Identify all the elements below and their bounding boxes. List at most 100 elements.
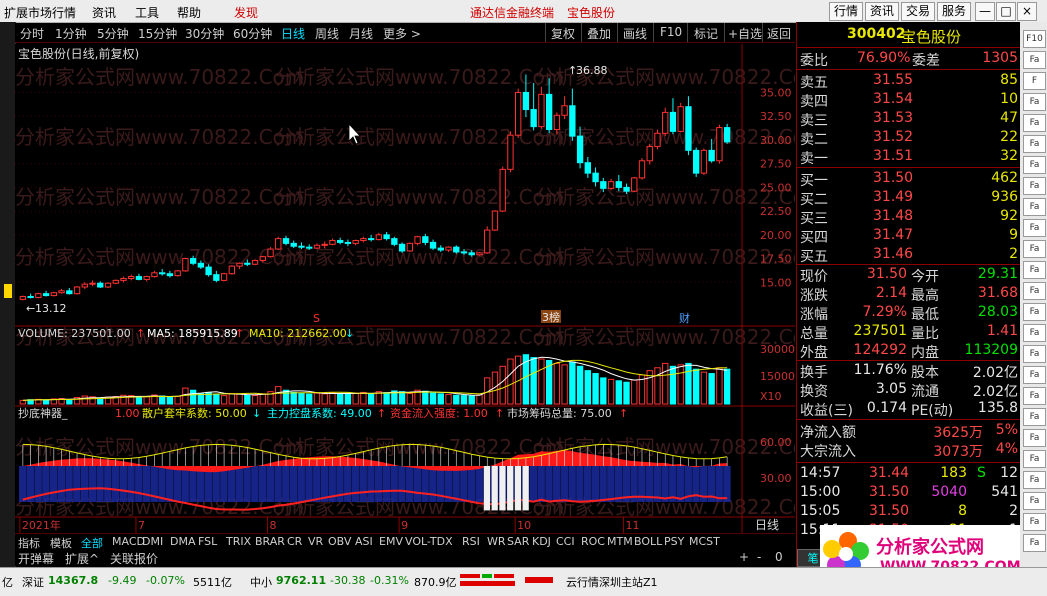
add-watchlist-button[interactable]: +自选 — [728, 25, 762, 42]
indicator-tab[interactable]: CCI — [556, 535, 575, 548]
ask-row[interactable]: 卖一 31.51 32 — [797, 148, 1021, 167]
indicator-tab[interactable]: MACD — [112, 535, 145, 548]
indicator-tab[interactable]: MCST — [689, 535, 720, 548]
indicator-tab[interactable]: OBV — [328, 535, 351, 548]
plus-icon[interactable]: + — [739, 550, 749, 564]
side-tool-icon[interactable]: Fa — [1023, 303, 1046, 321]
server-name[interactable]: 云行情深圳主站Z1 — [566, 574, 658, 590]
indicator-tab[interactable]: RSI — [462, 535, 480, 548]
indicator-tab[interactable]: EMV — [379, 535, 403, 548]
tab-period-fenshi[interactable]: 分时 — [20, 25, 44, 42]
news-button[interactable]: 资讯 — [865, 2, 899, 21]
index-sz-label[interactable]: 深证 — [22, 574, 44, 590]
index-zx-label[interactable]: 中小 — [250, 574, 272, 590]
tab-period-weekly[interactable]: 周线 — [315, 25, 339, 42]
indicator-tab[interactable]: DMA — [170, 535, 196, 548]
service-button[interactable]: 服务 — [937, 2, 971, 21]
side-tool-icon[interactable]: Fa — [1023, 177, 1046, 195]
left-sidebar-strip[interactable] — [0, 22, 16, 567]
side-tool-icon[interactable]: F — [1023, 72, 1046, 90]
side-tool-icon[interactable]: Fa — [1023, 198, 1046, 216]
menu-item-extended-market[interactable]: 扩展市场行情 — [4, 4, 76, 21]
minimize-icon[interactable]: — — [975, 2, 995, 21]
tab-extend[interactable]: 扩展^ — [65, 550, 99, 567]
side-tool-icon[interactable]: Fa — [1023, 156, 1046, 174]
side-tool-icon[interactable]: Fa — [1023, 513, 1046, 531]
side-tool-icon[interactable]: Fa — [1023, 492, 1046, 510]
ask-row[interactable]: 卖三 31.53 47 — [797, 110, 1021, 129]
tab-period-5min[interactable]: 5分钟 — [97, 25, 129, 42]
ask-row[interactable]: 卖五 31.55 85 — [797, 72, 1021, 91]
tab-period-60min[interactable]: 60分钟 — [233, 25, 272, 42]
indicator-tab[interactable]: BRAR — [255, 535, 285, 548]
indicator-tab[interactable]: ROC — [581, 535, 605, 548]
collapse-arrow-icon[interactable] — [4, 284, 12, 298]
menu-item-help[interactable]: 帮助 — [177, 4, 201, 21]
side-tool-icon[interactable]: Fa — [1023, 51, 1046, 69]
bid-row[interactable]: 买四 31.47 9 — [797, 227, 1021, 246]
indicator-tab[interactable]: KDJ — [532, 535, 551, 548]
side-tool-icon[interactable]: F10 — [1023, 30, 1046, 48]
side-tool-icon[interactable]: Fa — [1023, 135, 1046, 153]
side-tool-icon[interactable]: Fa — [1023, 261, 1046, 279]
bid-row[interactable]: 买二 31.49 936 — [797, 189, 1021, 208]
indicator-tab[interactable]: ASI — [355, 535, 373, 548]
side-tool-icon[interactable]: Fa — [1023, 408, 1046, 426]
side-tool-icon[interactable]: Fa — [1023, 240, 1046, 258]
indicator-tab[interactable]: CR — [287, 535, 302, 548]
menu-item-discover[interactable]: 发现 — [234, 4, 258, 21]
side-tool-icon[interactable]: Fa — [1023, 114, 1046, 132]
ask-row[interactable]: 卖二 31.52 22 — [797, 129, 1021, 148]
tab-period-monthly[interactable]: 月线 — [349, 25, 373, 42]
tab-danmu[interactable]: 开弹幕 — [18, 550, 54, 567]
tab-period-more[interactable]: 更多 > — [383, 25, 421, 42]
kline-chart[interactable]: 分析家公式网www.70822.Com分析家公式网www.70822.Com分析… — [15, 44, 795, 533]
side-tool-icon[interactable]: Fa — [1023, 219, 1046, 237]
side-tool-icon[interactable]: Fa — [1023, 282, 1046, 300]
indicator-tab[interactable]: VOL-TDX — [405, 535, 453, 548]
indicator-tab[interactable]: VR — [308, 535, 323, 548]
back-button[interactable]: 返回 — [767, 25, 791, 42]
close-icon[interactable]: × — [1017, 2, 1037, 21]
menu-item-news[interactable]: 资讯 — [92, 4, 116, 21]
marker-s[interactable]: S — [313, 312, 320, 325]
indicator-tab[interactable]: BOLL — [634, 535, 662, 548]
tab-period-daily[interactable]: 日线 — [281, 25, 305, 42]
side-tool-icon[interactable]: Fa — [1023, 450, 1046, 468]
tab-related-quote[interactable]: 关联报价 — [110, 550, 158, 567]
trade-button[interactable]: 交易 — [901, 2, 935, 21]
f10-button[interactable]: F10 — [660, 25, 682, 39]
indicator-tab[interactable]: PSY — [664, 535, 684, 548]
quote-button[interactable]: 行情 — [829, 2, 863, 21]
ask-row[interactable]: 卖四 31.54 10 — [797, 91, 1021, 110]
minus-icon[interactable]: - — [757, 550, 761, 564]
marker-finance[interactable]: 财 — [679, 311, 690, 325]
side-tool-icon[interactable]: Fa — [1023, 345, 1046, 363]
maximize-icon[interactable]: □ — [996, 2, 1016, 21]
bid-row[interactable]: 买三 31.48 92 — [797, 208, 1021, 227]
indicator-tab[interactable]: SAR — [507, 535, 529, 548]
side-tool-icon[interactable]: Fa — [1023, 387, 1046, 405]
indicator-tab[interactable]: WR — [487, 535, 506, 548]
indicator-tab[interactable]: TRIX — [226, 535, 251, 548]
side-tool-icon[interactable]: Fa — [1023, 324, 1046, 342]
indicator-tab[interactable]: DMI — [142, 535, 163, 548]
side-tool-icon[interactable]: Fa — [1023, 429, 1046, 447]
menu-item-tools[interactable]: 工具 — [135, 4, 159, 21]
marker-bang[interactable]: 3榜 — [542, 310, 560, 324]
bid-row[interactable]: 买五 31.46 2 — [797, 246, 1021, 265]
side-tool-icon[interactable]: Fa — [1023, 534, 1046, 552]
restore-rights-button[interactable]: 复权 — [551, 25, 575, 42]
overlay-button[interactable]: 叠加 — [587, 25, 611, 42]
tab-period-30min[interactable]: 30分钟 — [185, 25, 224, 42]
tab-period-15min[interactable]: 15分钟 — [138, 25, 177, 42]
zero-icon[interactable]: 0 — [775, 550, 783, 564]
indicator-tab[interactable]: FSL — [198, 535, 217, 548]
side-tool-icon[interactable]: Fa — [1023, 471, 1046, 489]
draw-line-button[interactable]: 画线 — [623, 25, 647, 42]
tab-period-1min[interactable]: 1分钟 — [55, 25, 87, 42]
mark-button[interactable]: 标记 — [694, 25, 718, 42]
side-tool-icon[interactable]: Fa — [1023, 93, 1046, 111]
indicator-tab[interactable]: MTM — [607, 535, 633, 548]
bid-row[interactable]: 买一 31.50 462 — [797, 170, 1021, 189]
